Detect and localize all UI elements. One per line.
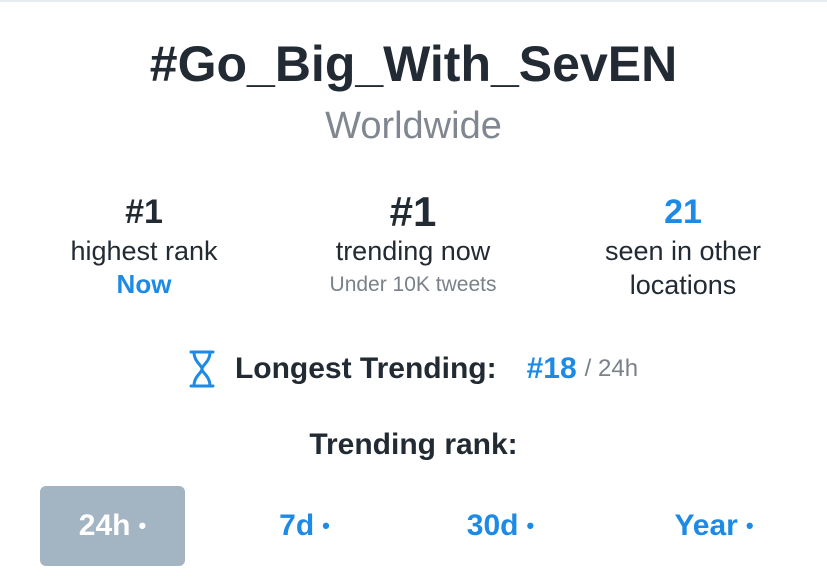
tab-7d-label: 7d	[279, 509, 315, 542]
tweet-volume: Under 10K tweets	[329, 273, 497, 296]
hashtag-title: #Go_Big_With_SevEN	[149, 36, 678, 92]
other-locations-label-line2: locations	[629, 270, 737, 300]
tab-24h[interactable]: 24h •	[40, 486, 185, 566]
tab-24h-label: 24h	[78, 509, 131, 542]
tab-30d-label: 30d	[466, 509, 519, 542]
hourglass-icon	[189, 350, 215, 388]
tab-24h-dot: •	[138, 513, 147, 538]
trending-now-label: trending now	[335, 236, 491, 266]
tab-7d-dot: •	[322, 513, 330, 538]
tab-7d[interactable]: 7d •	[232, 486, 377, 566]
stat-other-locations: 21 seen in other locations	[553, 190, 813, 302]
stat-highest-rank: #1 highest rank Now	[14, 190, 274, 300]
longest-trending-rank: #18	[526, 352, 577, 385]
longest-trending-row: Longest Trending: #18 / 24h	[0, 346, 827, 392]
tab-year-dot: •	[745, 513, 754, 538]
location-subtitle: Worldwide	[325, 105, 502, 147]
tab-30d[interactable]: 30d •	[428, 486, 573, 566]
highest-rank-value: #1	[125, 193, 163, 231]
trending-rank-heading: Trending rank:	[309, 428, 518, 461]
tab-year-label: Year	[674, 509, 738, 542]
top-divider	[0, 0, 827, 2]
tab-30d-dot: •	[526, 513, 535, 538]
longest-trending-label: Longest Trending:	[234, 352, 497, 385]
trending-now-value: #1	[389, 188, 437, 235]
highest-rank-label: highest rank	[70, 236, 218, 266]
longest-trending-period: / 24h	[584, 355, 639, 382]
other-locations-count[interactable]: 21	[553, 190, 813, 234]
stat-trending-now: #1 trending now Under 10K tweets	[283, 190, 543, 300]
tab-year[interactable]: Year •	[634, 486, 794, 566]
other-locations-label-line1: seen in other	[604, 236, 762, 266]
highest-rank-when: Now	[116, 269, 172, 299]
